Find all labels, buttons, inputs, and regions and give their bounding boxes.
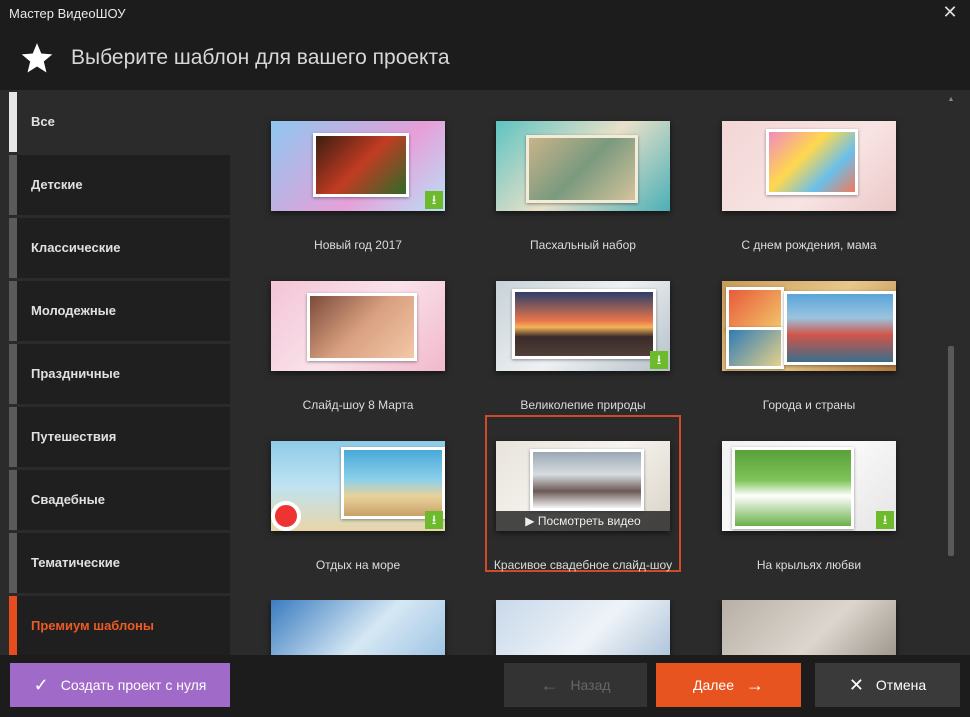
sidebar-item-label: Путешествия [31, 429, 117, 444]
sidebar-item-label: Все [31, 114, 55, 129]
page-title: Выберите шаблон для вашего проекта [71, 46, 450, 69]
title-bar: Мастер ВидеоШОУ ✕ [0, 0, 970, 28]
download-icon: ⭳ [876, 511, 894, 529]
template-name: Новый год 2017 [314, 238, 402, 252]
sidebar-item-travel[interactable]: Путешествия [9, 407, 230, 467]
template-thumbnail[interactable] [271, 600, 445, 655]
next-label: Далее [692, 677, 734, 693]
selection-frame [485, 415, 681, 572]
cancel-label: Отмена [875, 677, 927, 693]
sidebar-item-thematic[interactable]: Тематические [9, 533, 230, 593]
create-label: Создать проект с нуля [60, 677, 207, 693]
template-thumbnail[interactable] [722, 600, 896, 655]
template-thumbnail[interactable] [496, 121, 670, 211]
scrollbar[interactable]: ▲ [946, 96, 956, 652]
header: Выберите шаблон для вашего проекта [0, 28, 970, 90]
window-title: Мастер ВидеоШОУ [9, 6, 126, 21]
sidebar-item-label: Премиум шаблоны [31, 618, 154, 633]
sidebar-item-youth[interactable]: Молодежные [9, 281, 230, 341]
create-from-scratch-button[interactable]: ✓ Создать проект с нуля [10, 663, 230, 707]
sidebar-item-all[interactable]: Все [9, 92, 230, 152]
sidebar-item-label: Праздничные [31, 366, 120, 381]
template-name: Слайд-шоу 8 Марта [302, 398, 414, 412]
sidebar-item-label: Молодежные [31, 303, 117, 318]
scroll-up-icon[interactable]: ▲ [946, 96, 956, 106]
sidebar-item-label: Тематические [31, 555, 120, 570]
download-icon: ⭳ [650, 351, 668, 369]
template-thumbnail[interactable] [722, 121, 896, 211]
template-thumbnail[interactable]: ⭳ [271, 121, 445, 211]
template-thumbnail[interactable]: ⭳ [722, 441, 896, 531]
sidebar-item-holiday[interactable]: Праздничные [9, 344, 230, 404]
sidebar-item-wedding[interactable]: Свадебные [9, 470, 230, 530]
template-name: Пасхальный набор [530, 238, 636, 252]
back-button[interactable]: ← Назад [504, 663, 647, 707]
arrow-right-icon: → [746, 674, 764, 695]
back-label: Назад [570, 677, 611, 693]
close-icon[interactable]: ✕ [940, 2, 960, 23]
template-name: Отдых на море [315, 558, 401, 572]
download-icon: ⭳ [425, 511, 443, 529]
star-icon [21, 43, 53, 73]
template-name: Великолепие природы [520, 398, 646, 412]
template-thumbnail[interactable]: ⭳ [271, 441, 445, 531]
check-icon: ✓ [33, 674, 49, 695]
template-thumbnail[interactable] [271, 281, 445, 371]
template-thumbnail[interactable] [496, 600, 670, 655]
download-icon: ⭳ [425, 191, 443, 209]
template-thumbnail[interactable] [722, 281, 896, 371]
arrow-left-icon: ← [540, 674, 559, 695]
cancel-button[interactable]: ✕ Отмена [815, 663, 960, 707]
template-name: С днем рождения, мама [741, 238, 877, 252]
template-thumbnail[interactable]: ⭳ [496, 281, 670, 371]
sidebar-item-premium[interactable]: Премиум шаблоны [9, 596, 230, 656]
sidebar-item-label: Свадебные [31, 492, 105, 507]
sidebar-item-kids[interactable]: Детские [9, 155, 230, 215]
category-sidebar: Все Детские Классические Молодежные Праз… [9, 92, 230, 656]
scroll-thumb[interactable] [948, 346, 954, 556]
close-icon: ✕ [848, 674, 864, 695]
next-button[interactable]: Далее → [656, 663, 801, 707]
sidebar-item-classic[interactable]: Классические [9, 218, 230, 278]
sidebar-item-label: Детские [31, 177, 83, 192]
template-name: Города и страны [762, 398, 856, 412]
template-name: Красивое свадебное слайд-шоу [493, 558, 673, 572]
sidebar-item-label: Классические [31, 240, 121, 255]
template-name: На крыльях любви [756, 558, 862, 572]
